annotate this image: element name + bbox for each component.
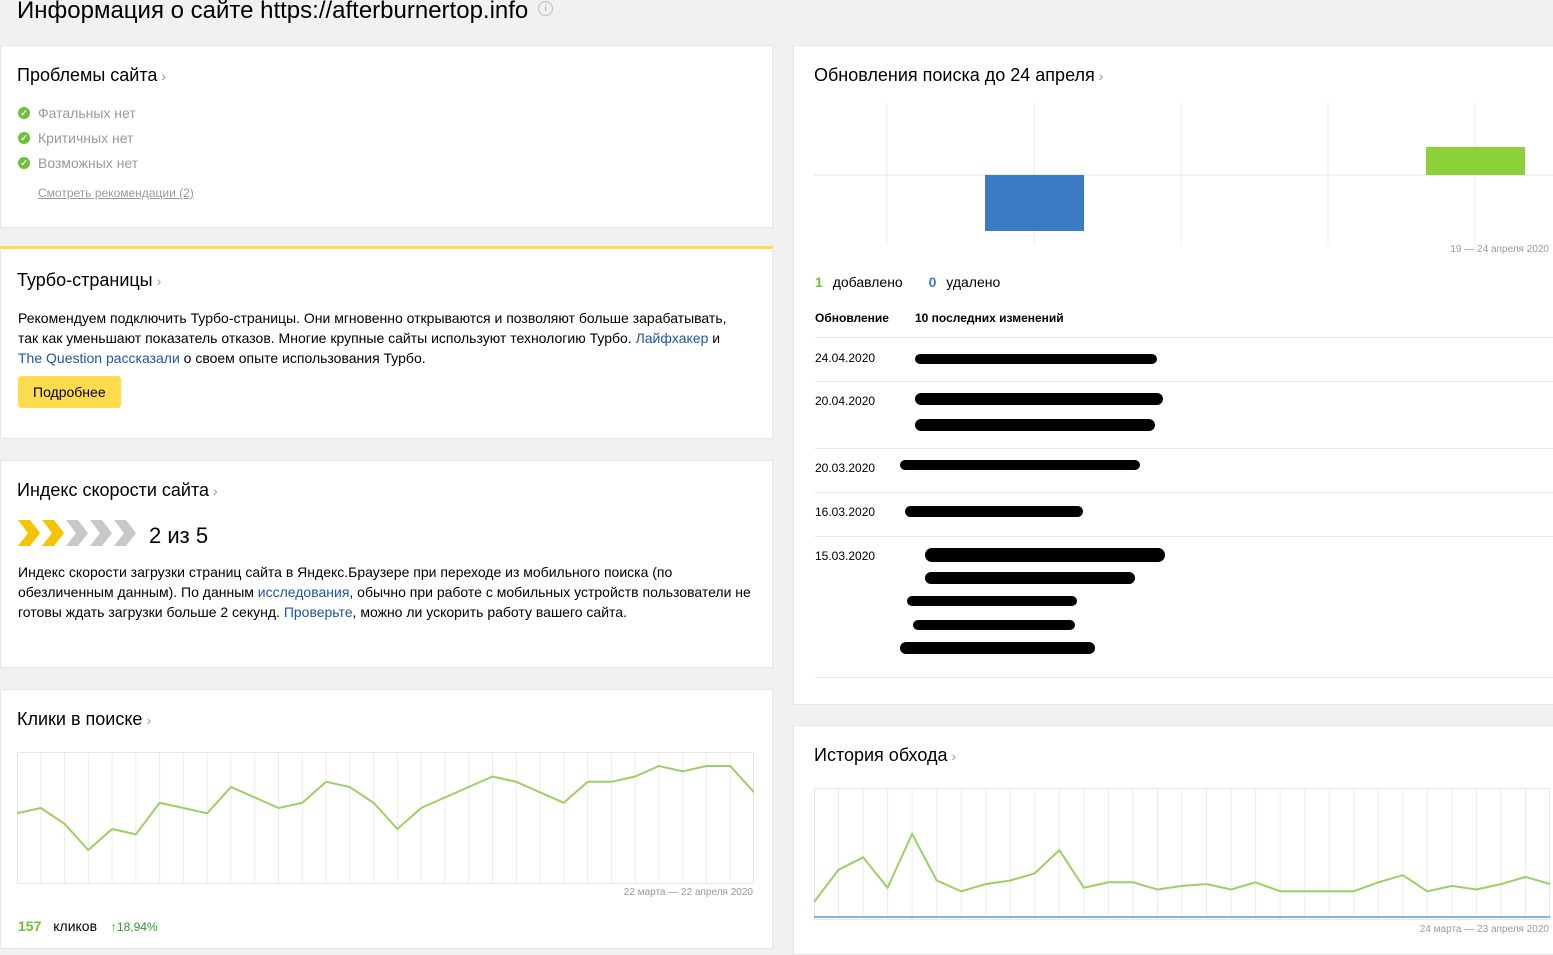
speed-text: Индекс скорости загрузки страниц сайта в… xyxy=(18,564,751,620)
update-date: 20.04.2020 xyxy=(815,394,876,408)
removed-bar[interactable] xyxy=(985,175,1084,231)
crawl-history-title[interactable]: История обхода › xyxy=(814,745,956,766)
update-date: 24.04.2020 xyxy=(815,351,876,365)
redaction-scribble xyxy=(907,596,1077,606)
clicks-change: ↑18,94% xyxy=(110,920,158,934)
search-updates-title[interactable]: Обновления поиска до 24 апреля › xyxy=(814,65,1103,86)
list-item: ✓ Фатальных нет xyxy=(18,101,138,126)
speed-arrow xyxy=(42,520,64,546)
clicks-count: 157 xyxy=(18,918,42,934)
turbo-card: Турбо-страницы › Рекомендуем подключить Т… xyxy=(0,246,773,439)
page-title: Информация о сайте https://afterburnerto… xyxy=(17,0,554,26)
research-link[interactable]: исследования xyxy=(258,584,350,600)
col-changes-header: 10 последних изменений xyxy=(915,311,1064,325)
check-icon: ✓ xyxy=(18,157,30,169)
search-updates-card: Обновления поиска до 24 апреля › 19 — 24 … xyxy=(793,45,1553,705)
clicks-summary: 157 кликов ↑18,94% xyxy=(18,918,158,934)
problems-card: Проблемы сайта › ✓ Фатальных нет ✓ Критичны… xyxy=(0,45,773,228)
chevron-right-icon: › xyxy=(1098,68,1104,84)
speed-score: 2 из 5 xyxy=(149,523,209,548)
chevron-right-icon: › xyxy=(213,483,218,499)
speed-arrow xyxy=(90,520,112,546)
clicks-card: Клики в поиске › 22 марта — 22 апреля 202… xyxy=(0,689,773,949)
chevron-right-icon: › xyxy=(951,748,957,764)
check-link[interactable]: Проверьте xyxy=(284,604,353,620)
clicks-range: 22 марта — 22 апреля 2020 xyxy=(623,887,753,898)
speed-arrow xyxy=(18,520,40,546)
redaction-scribble xyxy=(915,419,1155,431)
clicks-chart[interactable] xyxy=(17,752,754,884)
table-row: 16.03.2020 xyxy=(815,492,1553,537)
speed-card: Индекс скорости сайта › 2 из 5 Индекс ско… xyxy=(0,460,773,668)
table-row: 20.04.2020 xyxy=(815,381,1553,449)
redaction-scribble xyxy=(900,460,1140,470)
chevron-right-icon: › xyxy=(161,68,167,84)
crawl-history-card: История обхода › 24 марта — 23 апреля 202… xyxy=(793,725,1553,955)
crawl-chart[interactable] xyxy=(814,788,1550,920)
removed-label: удалено xyxy=(946,274,1001,290)
recommendations-link[interactable]: Смотреть рекомендации (2) xyxy=(38,186,194,200)
list-item: ✓ Критичных нет xyxy=(18,126,138,151)
table-row: 24.04.2020 xyxy=(815,338,1553,382)
redaction-scribble xyxy=(925,548,1165,562)
crawl-range: 24 марта — 23 апреля 2020 xyxy=(1419,924,1549,935)
update-date: 15.03.2020 xyxy=(815,549,876,563)
turbo-text: Рекомендуем подключить Турбо-страницы. О… xyxy=(18,310,727,366)
clicks-count-label: кликов xyxy=(53,918,98,934)
info-icon[interactable]: i xyxy=(538,1,554,17)
updates-range: 19 — 24 апреля 2020 xyxy=(1450,244,1549,255)
more-button[interactable]: Подробнее xyxy=(18,376,121,408)
added-label: добавлено xyxy=(832,274,903,290)
speed-arrow xyxy=(114,520,136,546)
removed-count: 0 xyxy=(928,274,937,290)
clicks-series-line xyxy=(17,764,754,852)
added-bar[interactable] xyxy=(1426,147,1525,175)
redaction-scribble xyxy=(913,620,1075,630)
redaction-scribble xyxy=(915,354,1157,364)
list-item: ✓ Возможных нет xyxy=(18,151,138,176)
redaction-scribble xyxy=(925,572,1135,584)
update-date: 20.03.2020 xyxy=(815,461,876,475)
col-update-header: Обновление xyxy=(815,311,889,325)
speed-title[interactable]: Индекс скорости сайта › xyxy=(17,480,218,501)
check-icon: ✓ xyxy=(18,132,30,144)
speed-arrow xyxy=(66,520,88,546)
problems-list: ✓ Фатальных нет ✓ Критичных нет ✓ Возможных… xyxy=(18,101,138,176)
speed-arrows xyxy=(18,520,136,546)
turbo-title[interactable]: Турбо-страницы › xyxy=(17,270,161,291)
update-date: 16.03.2020 xyxy=(815,505,876,519)
redaction-scribble xyxy=(900,642,1095,654)
redaction-scribble xyxy=(905,506,1083,517)
table-row: 15.03.2020 xyxy=(815,536,1553,678)
table-row: 20.03.2020 xyxy=(815,448,1553,493)
updates-chart[interactable] xyxy=(814,103,1553,245)
redaction-scribble xyxy=(915,393,1163,405)
chevron-right-icon: › xyxy=(146,712,152,728)
thequestion-link[interactable]: The Question рассказали xyxy=(18,350,180,366)
added-count: 1 xyxy=(815,274,823,290)
clicks-title[interactable]: Клики в поиске › xyxy=(17,709,151,730)
problems-title[interactable]: Проблемы сайта › xyxy=(17,65,166,86)
chevron-right-icon: › xyxy=(156,273,162,289)
lifehacker-link[interactable]: Лайфхакер xyxy=(636,330,709,346)
check-icon: ✓ xyxy=(18,107,30,119)
updates-summary: 1 добавлено 0 удалено xyxy=(815,274,1000,290)
